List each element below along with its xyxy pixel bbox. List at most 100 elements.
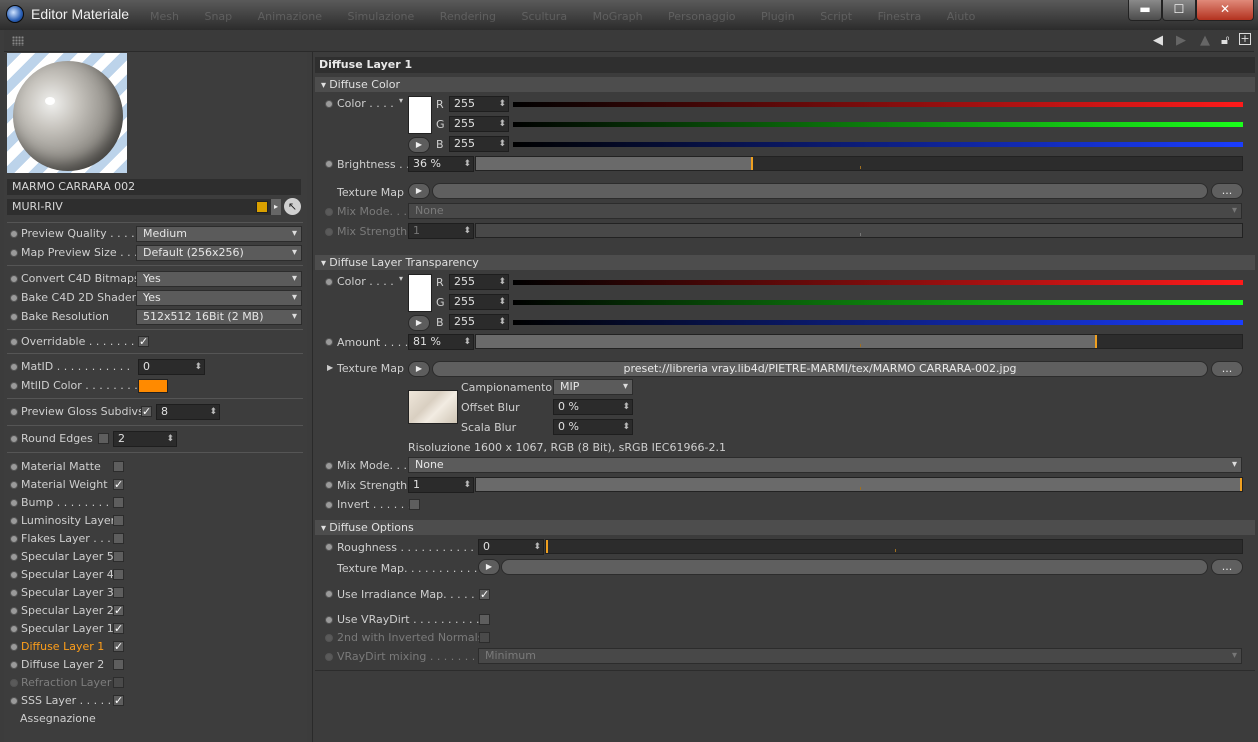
brightness-slider[interactable]	[475, 156, 1243, 171]
channel-row[interactable]: Refraction Layer	[8, 674, 306, 692]
convert-bitmaps-select[interactable]: Yes	[136, 271, 302, 287]
channel-label[interactable]: Specular Layer 4	[21, 568, 114, 581]
animate-dot[interactable]	[10, 589, 18, 597]
texture-map-field[interactable]	[432, 183, 1208, 199]
animate-dot[interactable]	[325, 462, 333, 470]
mix-strength-input[interactable]: 1	[408, 477, 474, 493]
drag-grip-icon[interactable]	[12, 36, 24, 46]
channel-row[interactable]: Specular Layer 5	[8, 548, 306, 566]
animate-dot[interactable]	[325, 590, 333, 598]
animate-dot[interactable]	[10, 553, 18, 561]
channel-checkbox[interactable]	[113, 515, 124, 526]
animate-dot[interactable]	[10, 535, 18, 543]
channel-row[interactable]: Material Weight ✓	[8, 476, 306, 494]
animate-dot[interactable]	[325, 338, 333, 346]
animate-dot[interactable]	[10, 408, 18, 416]
channel-checkbox[interactable]: ✓	[113, 623, 124, 634]
layer-color-swatch[interactable]	[256, 201, 268, 213]
animate-dot[interactable]	[325, 616, 333, 624]
channel-row[interactable]: Material Matte	[8, 458, 306, 476]
animate-dot[interactable]	[10, 313, 18, 321]
channel-label[interactable]: Diffuse Layer 1	[21, 640, 104, 653]
lock-icon[interactable]: 🔓︎	[1221, 33, 1229, 48]
vraydirt-checkbox[interactable]	[479, 614, 490, 625]
blue-input[interactable]: 255	[449, 314, 509, 330]
brightness-input[interactable]: 36 %	[408, 156, 474, 172]
mix-strength-slider[interactable]	[475, 223, 1243, 238]
expand-arrow-icon[interactable]: ▶	[327, 363, 333, 372]
scale-blur-input[interactable]: 0 %	[553, 419, 633, 435]
matid-input[interactable]: 0	[138, 359, 205, 375]
maximize-button[interactable]: ☐	[1162, 0, 1196, 21]
animate-dot[interactable]	[325, 278, 333, 286]
bake-shaders-select[interactable]: Yes	[136, 290, 302, 306]
bake-resolution-select[interactable]: 512x512 16Bit (2 MB)	[136, 309, 302, 325]
channel-checkbox[interactable]	[113, 677, 124, 688]
transparency-color-swatch[interactable]	[408, 274, 432, 312]
channel-row[interactable]: Flakes Layer . . . .	[8, 530, 306, 548]
animate-dot[interactable]	[10, 697, 18, 705]
channel-checkbox[interactable]: ✓	[113, 605, 124, 616]
texture-browse-button[interactable]: ...	[1211, 183, 1243, 199]
channel-row[interactable]: Specular Layer 1 ✓	[8, 620, 306, 638]
channel-row[interactable]: SSS Layer . . . . . . ✓	[8, 692, 306, 710]
animate-dot[interactable]	[10, 517, 18, 525]
inverted-normals-checkbox[interactable]	[479, 632, 490, 643]
overridable-checkbox[interactable]: ✓	[138, 336, 149, 347]
channel-row[interactable]: Bump . . . . . . . . . .	[8, 494, 306, 512]
color-mode-button[interactable]: ▶	[408, 137, 430, 153]
gloss-subdivs-input[interactable]: 8	[156, 404, 220, 420]
map-preview-size-select[interactable]: Default (256x256)	[136, 245, 302, 261]
channel-checkbox[interactable]	[113, 461, 124, 472]
blue-input[interactable]: 255	[449, 136, 509, 152]
animate-dot[interactable]	[10, 463, 18, 471]
channel-checkbox[interactable]	[113, 587, 124, 598]
slider-handle[interactable]	[546, 540, 548, 553]
channel-label[interactable]: Flakes Layer . . . .	[21, 532, 118, 545]
amount-input[interactable]: 81 %	[408, 334, 474, 350]
channel-label[interactable]: Specular Layer 3	[21, 586, 114, 599]
channel-row[interactable]: Luminosity Layer	[8, 512, 306, 530]
green-slider[interactable]	[513, 122, 1243, 127]
animate-dot[interactable]	[10, 607, 18, 615]
texture-browse-button[interactable]: ...	[1211, 559, 1243, 575]
mix-mode-select[interactable]: None	[408, 203, 1242, 219]
new-panel-icon[interactable]: +	[1239, 33, 1251, 45]
vraydirt-mixing-select[interactable]: Minimum	[478, 648, 1242, 664]
slider-handle[interactable]	[1240, 478, 1242, 491]
animate-dot[interactable]	[10, 249, 18, 257]
assignment-tab[interactable]: Assegnazione	[20, 712, 96, 725]
material-preview[interactable]	[7, 53, 127, 173]
material-layer-field[interactable]: MURI-RIV	[7, 199, 271, 215]
texture-map-field[interactable]	[501, 559, 1208, 575]
color-mode-button[interactable]: ▶	[408, 315, 430, 331]
channel-row[interactable]: Specular Layer 4	[8, 566, 306, 584]
channel-checkbox[interactable]: ✓	[113, 641, 124, 652]
channel-label[interactable]: Bump . . . . . . . . . .	[21, 496, 123, 509]
green-input[interactable]: 255	[449, 116, 509, 132]
channel-checkbox[interactable]	[113, 497, 124, 508]
channel-label[interactable]: Specular Layer 5	[21, 550, 114, 563]
animate-dot[interactable]	[10, 499, 18, 507]
texture-path-field[interactable]: preset://libreria vray.lib4d/PIETRE-MARM…	[432, 361, 1208, 377]
mix-strength-input[interactable]: 1	[408, 223, 474, 239]
roughness-slider[interactable]	[545, 539, 1243, 554]
red-input[interactable]: 255	[449, 96, 509, 112]
animate-dot[interactable]	[10, 435, 18, 443]
animate-dot[interactable]	[10, 625, 18, 633]
up-arrow-icon[interactable]: ▲	[1200, 33, 1210, 48]
preview-quality-select[interactable]: Medium	[136, 226, 302, 242]
back-arrow-icon[interactable]: ◀	[1153, 33, 1163, 48]
animate-dot[interactable]	[10, 481, 18, 489]
animate-dot[interactable]	[10, 363, 18, 371]
animate-dot[interactable]	[325, 653, 333, 661]
channel-label[interactable]: Refraction Layer	[21, 676, 111, 689]
material-name-field[interactable]: MARMO CARRARA 002	[7, 179, 301, 195]
red-input[interactable]: 255	[449, 274, 509, 290]
animate-dot[interactable]	[325, 160, 333, 168]
channel-checkbox[interactable]	[113, 533, 124, 544]
diffuse-options-group[interactable]: Diffuse Options	[315, 520, 1255, 535]
channel-checkbox[interactable]	[113, 551, 124, 562]
animate-dot[interactable]	[325, 481, 333, 489]
roughness-input[interactable]: 0	[478, 539, 544, 555]
